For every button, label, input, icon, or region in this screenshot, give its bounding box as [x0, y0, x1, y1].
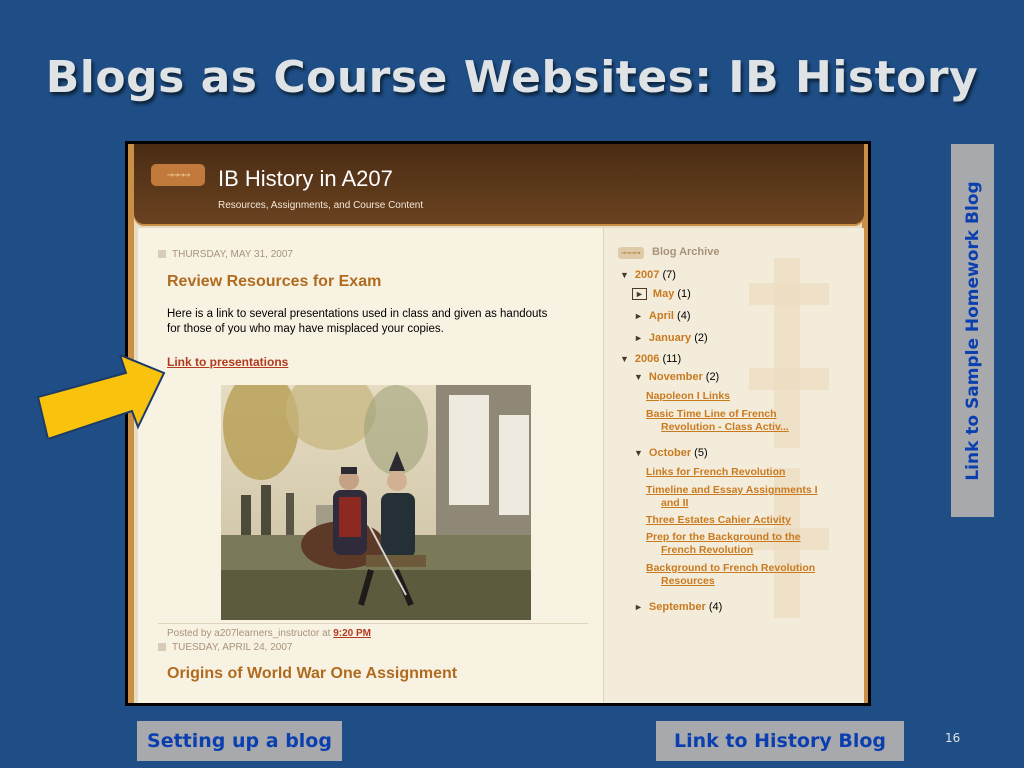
date-square-icon [158, 250, 166, 259]
post-body-truncated [167, 697, 597, 703]
collapse-triangle-icon[interactable]: ► [632, 288, 647, 300]
expand-triangle-icon[interactable]: ▼ [634, 372, 643, 382]
archive-month-april[interactable]: ► April (4) [634, 310, 691, 322]
pointer-arrow-icon [36, 353, 168, 443]
decor [749, 283, 829, 305]
archive-post-link[interactable]: Three Estates Cahier Activity [646, 514, 846, 527]
sample-homework-blog-link[interactable]: Link to Sample Homework Blog [951, 144, 994, 517]
archive-post-link[interactable]: Background to French Revolution Resources [646, 562, 846, 588]
post-time-link[interactable]: 9:20 PM [333, 628, 371, 639]
blog-description: Resources, Assignments, and Course Conte… [218, 200, 424, 211]
slide-title: Blogs as Course Websites: IB History [45, 52, 979, 103]
main-column: THURSDAY, MAY 31, 2007 Review Resources … [138, 228, 603, 703]
expand-triangle-icon[interactable]: ▼ [620, 270, 629, 280]
sidebar: →→→→ Blog Archive ▼ 2007 (7) ► May (1) ► Apr… [603, 228, 864, 703]
arrow-tag-icon: →→→→ [618, 247, 644, 259]
archive-post-link[interactable]: Links for French Revolution [646, 466, 846, 479]
decor [749, 368, 829, 390]
archive-month-september[interactable]: ► September (4) [634, 601, 722, 613]
setup-blog-link[interactable]: Setting up a blog [137, 721, 342, 761]
arrow-logo-icon: →→→→ [151, 164, 205, 186]
post-title[interactable]: Origins of World War One Assignment [167, 665, 457, 683]
collapse-triangle-icon[interactable]: ► [634, 311, 643, 321]
collapse-triangle-icon[interactable]: ► [634, 333, 643, 343]
post-divider [158, 623, 588, 624]
archive-post-link[interactable]: Prep for the Background to the French Rev… [646, 531, 846, 557]
archive-month-october[interactable]: ▼ October (5) [634, 447, 708, 459]
expand-triangle-icon[interactable]: ▼ [620, 354, 629, 364]
blog-archive-heading: →→→→ Blog Archive [618, 246, 719, 259]
archive-year-2006[interactable]: ▼ 2006 (11) [620, 353, 681, 365]
archive-month-may[interactable]: ► May (1) [632, 288, 691, 300]
post-footer: Posted by a207learners_instructor at 9:2… [167, 628, 372, 639]
archive-post-link[interactable]: Basic Time Line of French Revolution - Cl… [646, 408, 846, 434]
presentations-link[interactable]: Link to presentations [167, 355, 288, 369]
archive-post-link[interactable]: Timeline and Essay Assignments Iand II [646, 484, 846, 510]
archive-post-link[interactable]: Napoleon I Links [646, 390, 846, 403]
archive-month-november[interactable]: ▼ November (2) [634, 371, 719, 383]
blog-title[interactable]: IB History in A207 [218, 166, 393, 192]
blog-screenshot: →→→→ IB History in A207 Resources, Assig… [125, 141, 871, 706]
blog-header: →→→→ IB History in A207 Resources, Assig… [134, 144, 864, 224]
post-body: Here is a link to several presentations … [167, 308, 548, 335]
date-square-icon [158, 643, 166, 652]
expand-triangle-icon[interactable]: ▼ [634, 448, 643, 458]
collapse-triangle-icon[interactable]: ► [634, 602, 643, 612]
slide-number: 16 [945, 731, 961, 745]
historical-painting-image [221, 385, 531, 620]
archive-year-2007[interactable]: ▼ 2007 (7) [620, 269, 676, 281]
archive-month-january[interactable]: ► January (2) [634, 332, 708, 344]
history-blog-link[interactable]: Link to History Blog [656, 721, 904, 761]
blog-page: →→→→ IB History in A207 Resources, Assig… [128, 144, 868, 703]
post-date: TUESDAY, APRIL 24, 2007 [158, 642, 292, 653]
post-title[interactable]: Review Resources for Exam [167, 273, 381, 291]
post-date: THURSDAY, MAY 31, 2007 [158, 249, 293, 260]
